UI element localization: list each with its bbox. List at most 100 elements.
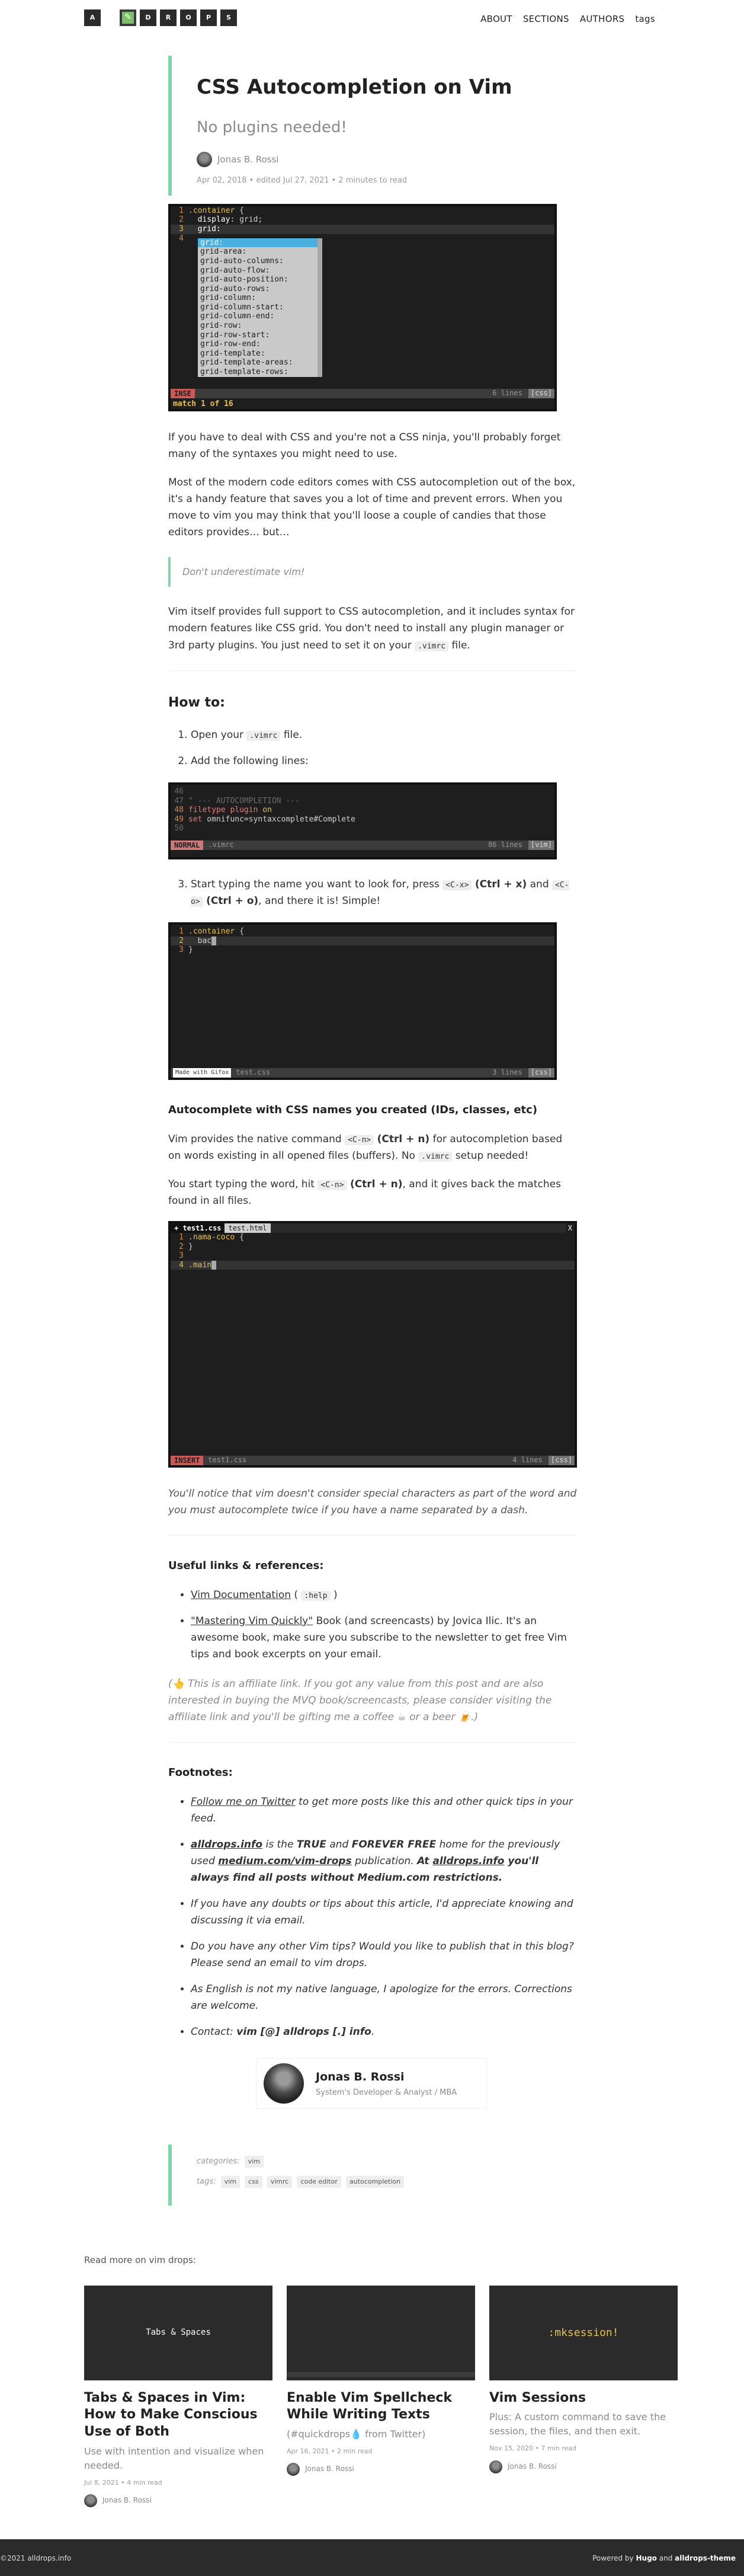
nav-authors[interactable]: AUTHORS [580,12,625,27]
list-item: Follow me on Twitter to get more posts l… [191,1794,577,1827]
related-post-subtitle: Plus: A custom command to save the sessi… [489,2411,666,2437]
related-post-title[interactable]: Enable Vim Spellcheck While Writing Text… [287,2390,475,2424]
vim-statusbar: Made with Gifox test.css 3 lines [css] [171,1068,554,1078]
steps-list: Start typing the name you want to look f… [168,876,577,909]
tag-chip[interactable]: vim [220,2175,240,2188]
callout-quote: Don't underestimate vim! [168,557,577,587]
list-item: Vim Documentation ( :help ) [191,1587,577,1603]
subsection-heading: Useful links & references: [168,1559,324,1572]
code-line: 46 [174,787,184,796]
post-author[interactable]: Jonas B. Rossi [197,152,577,168]
code-line: 2 bac [171,936,554,946]
alldrops-link[interactable]: alldrops.info [191,1839,262,1850]
completion-item: grid-row-end: [200,340,261,349]
post-content: 1 .container { 2 display: grid; 3 grid: 4… [168,203,577,2110]
note: You'll notice that vim doesn't consider … [168,1487,577,1516]
completion-item: grid-auto-position: [200,275,288,285]
related-post-meta: Apr 16, 2021 • 2 min read [287,2447,373,2456]
related-post-card[interactable]: Tabs & Spaces Tabs & Spaces in Vim: How … [84,2285,272,2507]
completion-item: grid-auto-flow: [200,266,270,275]
logo-letter-a[interactable]: A [84,9,101,26]
tags-row: tags: vim css vimrc code editor autocomp… [197,2175,577,2188]
post-title: CSS Autocompletion on Vim [197,75,512,99]
completion-item: grid-auto-rows: [200,284,270,293]
code-line: 1 .container { [179,206,244,215]
tab-test1-css[interactable]: + test1.css [171,1223,225,1233]
vim-docs-link[interactable]: Vim Documentation [191,1589,291,1601]
author-card[interactable]: Jonas B. Rossi System's Developer & Anal… [256,2058,487,2110]
list-item: Open your .vimrc file. [191,727,577,743]
author-card-role: System's Developer & Analyst / MBA [316,2088,457,2098]
logo-letter-r[interactable]: R [160,9,177,26]
related-post-title[interactable]: Vim Sessions [489,2390,678,2407]
theme-link[interactable]: alldrops-theme [675,2554,736,2562]
gifox-badge: Made with Gifox [173,1068,232,1078]
hugo-link[interactable]: Hugo [636,2554,656,2562]
mastering-vim-link[interactable]: "Mastering Vim Quickly" [191,1615,313,1627]
related-post-title[interactable]: Tabs & Spaces in Vim: How to Make Consci… [84,2390,272,2441]
completion-item: grid-template-rows: [200,367,288,377]
site-logo[interactable]: A ✎ D R O P S [84,9,240,26]
related-post-author[interactable]: Jonas B. Rossi [489,2460,678,2473]
logo-letter-s[interactable]: S [220,9,237,26]
code-line: 47 " --- AUTOCOMPLETION --- [174,796,300,806]
subsection-heading: Autocomplete with CSS names you created … [168,1104,538,1117]
code-line: 48 filetype plugin on [174,806,272,815]
tab-test-html[interactable]: test.html [225,1223,271,1233]
read-more-grid: Tabs & Spaces Tabs & Spaces in Vim: How … [84,2285,678,2507]
code-line: 49 set omnifunc=syntaxcomplete#Complete [174,814,355,824]
popup-scrollbar [318,238,322,377]
author-name[interactable]: Jonas B. Rossi [217,152,278,167]
vim-statusbar: NORMAL .vimrc 86 lines [vim] [171,840,554,850]
completion-item: grid-row-start: [200,330,270,340]
nav-about[interactable]: ABOUT [480,12,512,27]
completion-item: grid-column-end: [200,312,275,321]
vim-screenshot-vimrc: 46 47 " --- AUTOCOMPLETION --- 48 filetype… [168,782,557,859]
completion-item: grid-template-areas: [200,358,293,367]
list-item: As English is not my native language, I … [191,1981,577,2014]
completion-popup: grid: grid-area: grid-auto-columns: grid… [198,238,322,377]
site-footer: ©2021 alldrops.info Powered by Hugo and … [0,2539,744,2576]
list-item: Add the following lines: [191,753,577,769]
related-post-meta: Nov 15, 2020 • 7 min read [489,2444,576,2453]
related-post-card[interactable]: :mksession! Vim Sessions Plus: A custom … [489,2285,678,2507]
completion-item: grid-template: [200,349,265,358]
vim-statusbar: INSE 6 lines [css] [171,388,554,398]
subsection-heading: Footnotes: [168,1766,233,1779]
twitter-link[interactable]: Follow me on Twitter [191,1796,296,1808]
related-post-author[interactable]: Jonas B. Rossi [287,2463,475,2476]
divider [168,1535,577,1536]
logo-letter-d[interactable]: D [140,9,156,26]
tag-chip[interactable]: autocompletion [346,2175,405,2188]
list-item: Contact: vim [@] alldrops [.] info. [191,2024,577,2040]
pen-icon[interactable]: ✎ [120,9,136,26]
logo-letter-o[interactable]: O [180,9,197,26]
medium-link[interactable]: medium.com/vim-drops [218,1855,351,1867]
mode-indicator: NORMAL [171,840,204,850]
nav-tags[interactable]: tags [635,12,655,27]
post-thumbnail[interactable]: Tabs & Spaces [84,2285,272,2380]
author-card-name[interactable]: Jonas B. Rossi [316,2068,457,2086]
nav-sections[interactable]: SECTIONS [523,12,569,27]
completion-item: grid-auto-columns: [200,256,284,266]
tag-chip[interactable]: css [245,2175,262,2188]
post-thumbnail[interactable] [287,2285,475,2380]
avatar [264,2063,304,2104]
code-line: 3 [179,1251,184,1261]
code-line: 3} [179,945,193,955]
alldrops-link[interactable]: alldrops.info [432,1855,504,1867]
tag-chip[interactable]: vimrc [267,2175,293,2188]
main-nav: ABOUT SECTIONS AUTHORS tags [480,12,655,27]
category-chip[interactable]: vim [244,2156,264,2168]
close-icon[interactable]: X [565,1223,575,1233]
related-post-card[interactable]: Enable Vim Spellcheck While Writing Text… [287,2285,475,2507]
list-item: Do you have any other Vim tips? Would yo… [191,1938,577,1971]
code-line: 2 display: grid; [179,215,263,225]
divider [168,670,577,671]
post-thumbnail[interactable]: :mksession! [489,2285,678,2380]
categories-row: categories: vim [197,2155,577,2168]
tag-chip[interactable]: code editor [297,2175,341,2188]
related-post-author[interactable]: Jonas B. Rossi [84,2494,272,2507]
site-header: A ✎ D R O P S ABOUT SECTIONS AUTHORS tag… [0,0,744,39]
logo-letter-p[interactable]: P [200,9,217,26]
